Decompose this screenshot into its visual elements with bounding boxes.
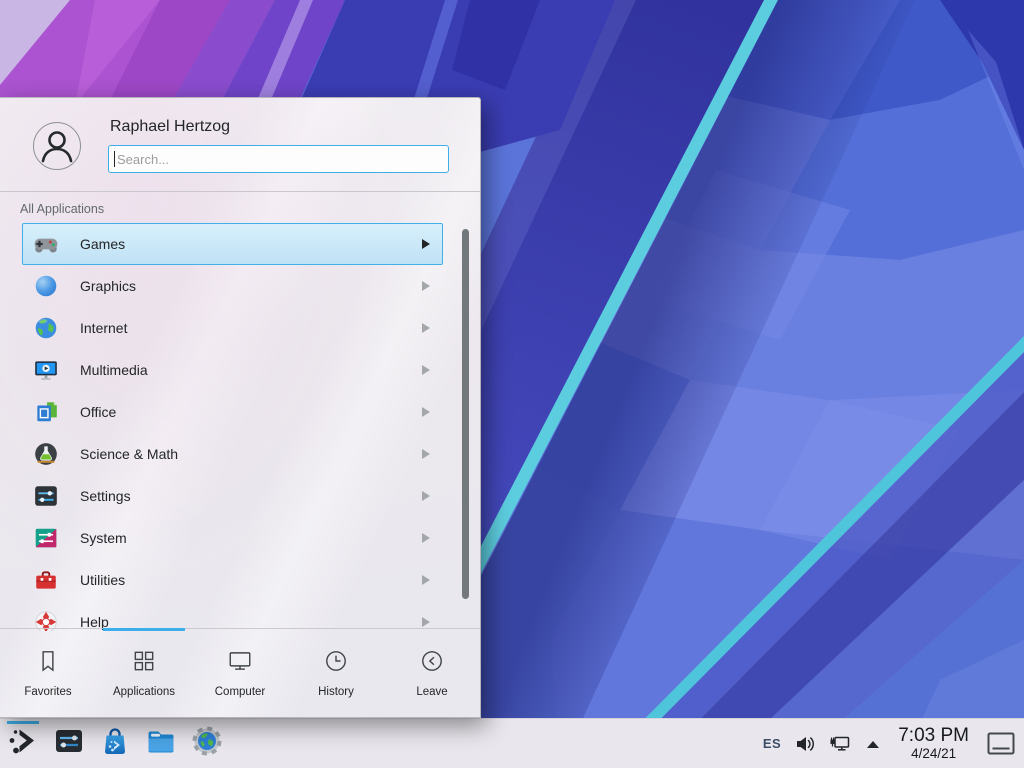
category-label: Science & Math bbox=[80, 446, 422, 462]
discover-icon bbox=[99, 725, 131, 762]
office-icon bbox=[33, 399, 59, 425]
tab-label: History bbox=[318, 686, 354, 698]
system-settings-button[interactable] bbox=[53, 728, 85, 760]
history-icon bbox=[323, 648, 349, 679]
scrollbar-thumb[interactable] bbox=[462, 229, 469, 599]
category-row-science-math[interactable]: Science & Math bbox=[22, 433, 443, 475]
search-input[interactable] bbox=[108, 145, 449, 173]
computer-icon bbox=[227, 648, 253, 679]
system-icon bbox=[33, 525, 59, 551]
category-label: Games bbox=[80, 236, 422, 252]
user-name: Raphael Hertzog bbox=[110, 118, 230, 136]
category-row-games[interactable]: Games bbox=[22, 223, 443, 265]
submenu-arrow-icon bbox=[422, 617, 430, 627]
category-label: Settings bbox=[80, 488, 422, 504]
favorites-icon bbox=[35, 648, 61, 679]
application-launcher-menu: Raphael Hertzog All Applications Games Gr… bbox=[0, 97, 481, 718]
clock-date: 4/24/21 bbox=[898, 747, 969, 761]
system-tray: ES 7:03 PM 4/24/21 bbox=[763, 726, 1024, 761]
keyboard-layout-indicator[interactable]: ES bbox=[763, 736, 781, 751]
category-row-internet[interactable]: Internet bbox=[22, 307, 443, 349]
tab-label: Leave bbox=[416, 686, 447, 698]
application-launcher-button[interactable] bbox=[7, 728, 39, 760]
leave-icon bbox=[419, 648, 445, 679]
browser-icon bbox=[191, 725, 223, 762]
multimedia-icon bbox=[33, 357, 59, 383]
science-icon bbox=[33, 441, 59, 467]
graphics-icon bbox=[33, 273, 59, 299]
kickoff-icon bbox=[7, 725, 39, 762]
expand-tray-icon[interactable] bbox=[865, 739, 881, 749]
dolphin-icon bbox=[145, 725, 177, 762]
section-label: All Applications bbox=[20, 202, 104, 216]
category-row-help[interactable]: Help bbox=[22, 601, 443, 631]
category-row-graphics[interactable]: Graphics bbox=[22, 265, 443, 307]
submenu-arrow-icon bbox=[422, 407, 430, 417]
category-label: Utilities bbox=[80, 572, 422, 588]
utilities-icon bbox=[33, 567, 59, 593]
category-label: Graphics bbox=[80, 278, 422, 294]
taskbar: ES 7:03 PM 4/24/21 bbox=[0, 718, 1024, 768]
system-settings-icon bbox=[53, 725, 85, 762]
tab-computer[interactable]: Computer bbox=[192, 629, 288, 717]
discover-button[interactable] bbox=[99, 728, 131, 760]
menu-footer-tabs: Favorites Applications Computer History Leav… bbox=[0, 628, 480, 717]
submenu-arrow-icon bbox=[422, 365, 430, 375]
show-desktop-button[interactable] bbox=[986, 731, 1016, 757]
category-label: Multimedia bbox=[80, 362, 422, 378]
tab-label: Applications bbox=[113, 686, 175, 698]
clock-time: 7:03 PM bbox=[898, 726, 969, 745]
category-row-system[interactable]: System bbox=[22, 517, 443, 559]
submenu-arrow-icon bbox=[422, 449, 430, 459]
submenu-arrow-icon bbox=[422, 575, 430, 585]
category-row-multimedia[interactable]: Multimedia bbox=[22, 349, 443, 391]
category-row-settings[interactable]: Settings bbox=[22, 475, 443, 517]
app-category-list: Games Graphics Internet Multimedia Office Sci… bbox=[0, 223, 480, 631]
submenu-arrow-icon bbox=[422, 281, 430, 291]
desktop: ES 7:03 PM 4/24/21 bbox=[0, 0, 1024, 768]
category-label: Office bbox=[80, 404, 422, 420]
text-cursor bbox=[114, 151, 115, 167]
submenu-arrow-icon bbox=[422, 491, 430, 501]
settings-icon bbox=[33, 483, 59, 509]
tab-leave[interactable]: Leave bbox=[384, 629, 480, 717]
file-manager-button[interactable] bbox=[145, 728, 177, 760]
tab-favorites[interactable]: Favorites bbox=[0, 629, 96, 717]
submenu-arrow-icon bbox=[422, 239, 430, 249]
category-label: System bbox=[80, 530, 422, 546]
internet-icon bbox=[33, 315, 59, 341]
category-row-utilities[interactable]: Utilities bbox=[22, 559, 443, 601]
games-icon bbox=[33, 231, 59, 257]
volume-icon[interactable] bbox=[794, 733, 816, 755]
category-label: Internet bbox=[80, 320, 422, 336]
search-field-wrap bbox=[108, 145, 449, 173]
tab-applications[interactable]: Applications bbox=[96, 629, 192, 717]
tab-history[interactable]: History bbox=[288, 629, 384, 717]
applications-icon bbox=[131, 648, 157, 679]
tab-label: Computer bbox=[215, 686, 266, 698]
network-icon[interactable] bbox=[829, 733, 852, 755]
web-browser-button[interactable] bbox=[191, 728, 223, 760]
user-avatar[interactable] bbox=[33, 122, 81, 170]
tab-label: Favorites bbox=[24, 686, 71, 698]
submenu-arrow-icon bbox=[422, 323, 430, 333]
taskbar-launchers bbox=[0, 719, 223, 768]
user-icon bbox=[34, 123, 80, 169]
menu-header: Raphael Hertzog bbox=[0, 98, 480, 192]
digital-clock[interactable]: 7:03 PM 4/24/21 bbox=[898, 726, 969, 761]
submenu-arrow-icon bbox=[422, 533, 430, 543]
category-row-office[interactable]: Office bbox=[22, 391, 443, 433]
